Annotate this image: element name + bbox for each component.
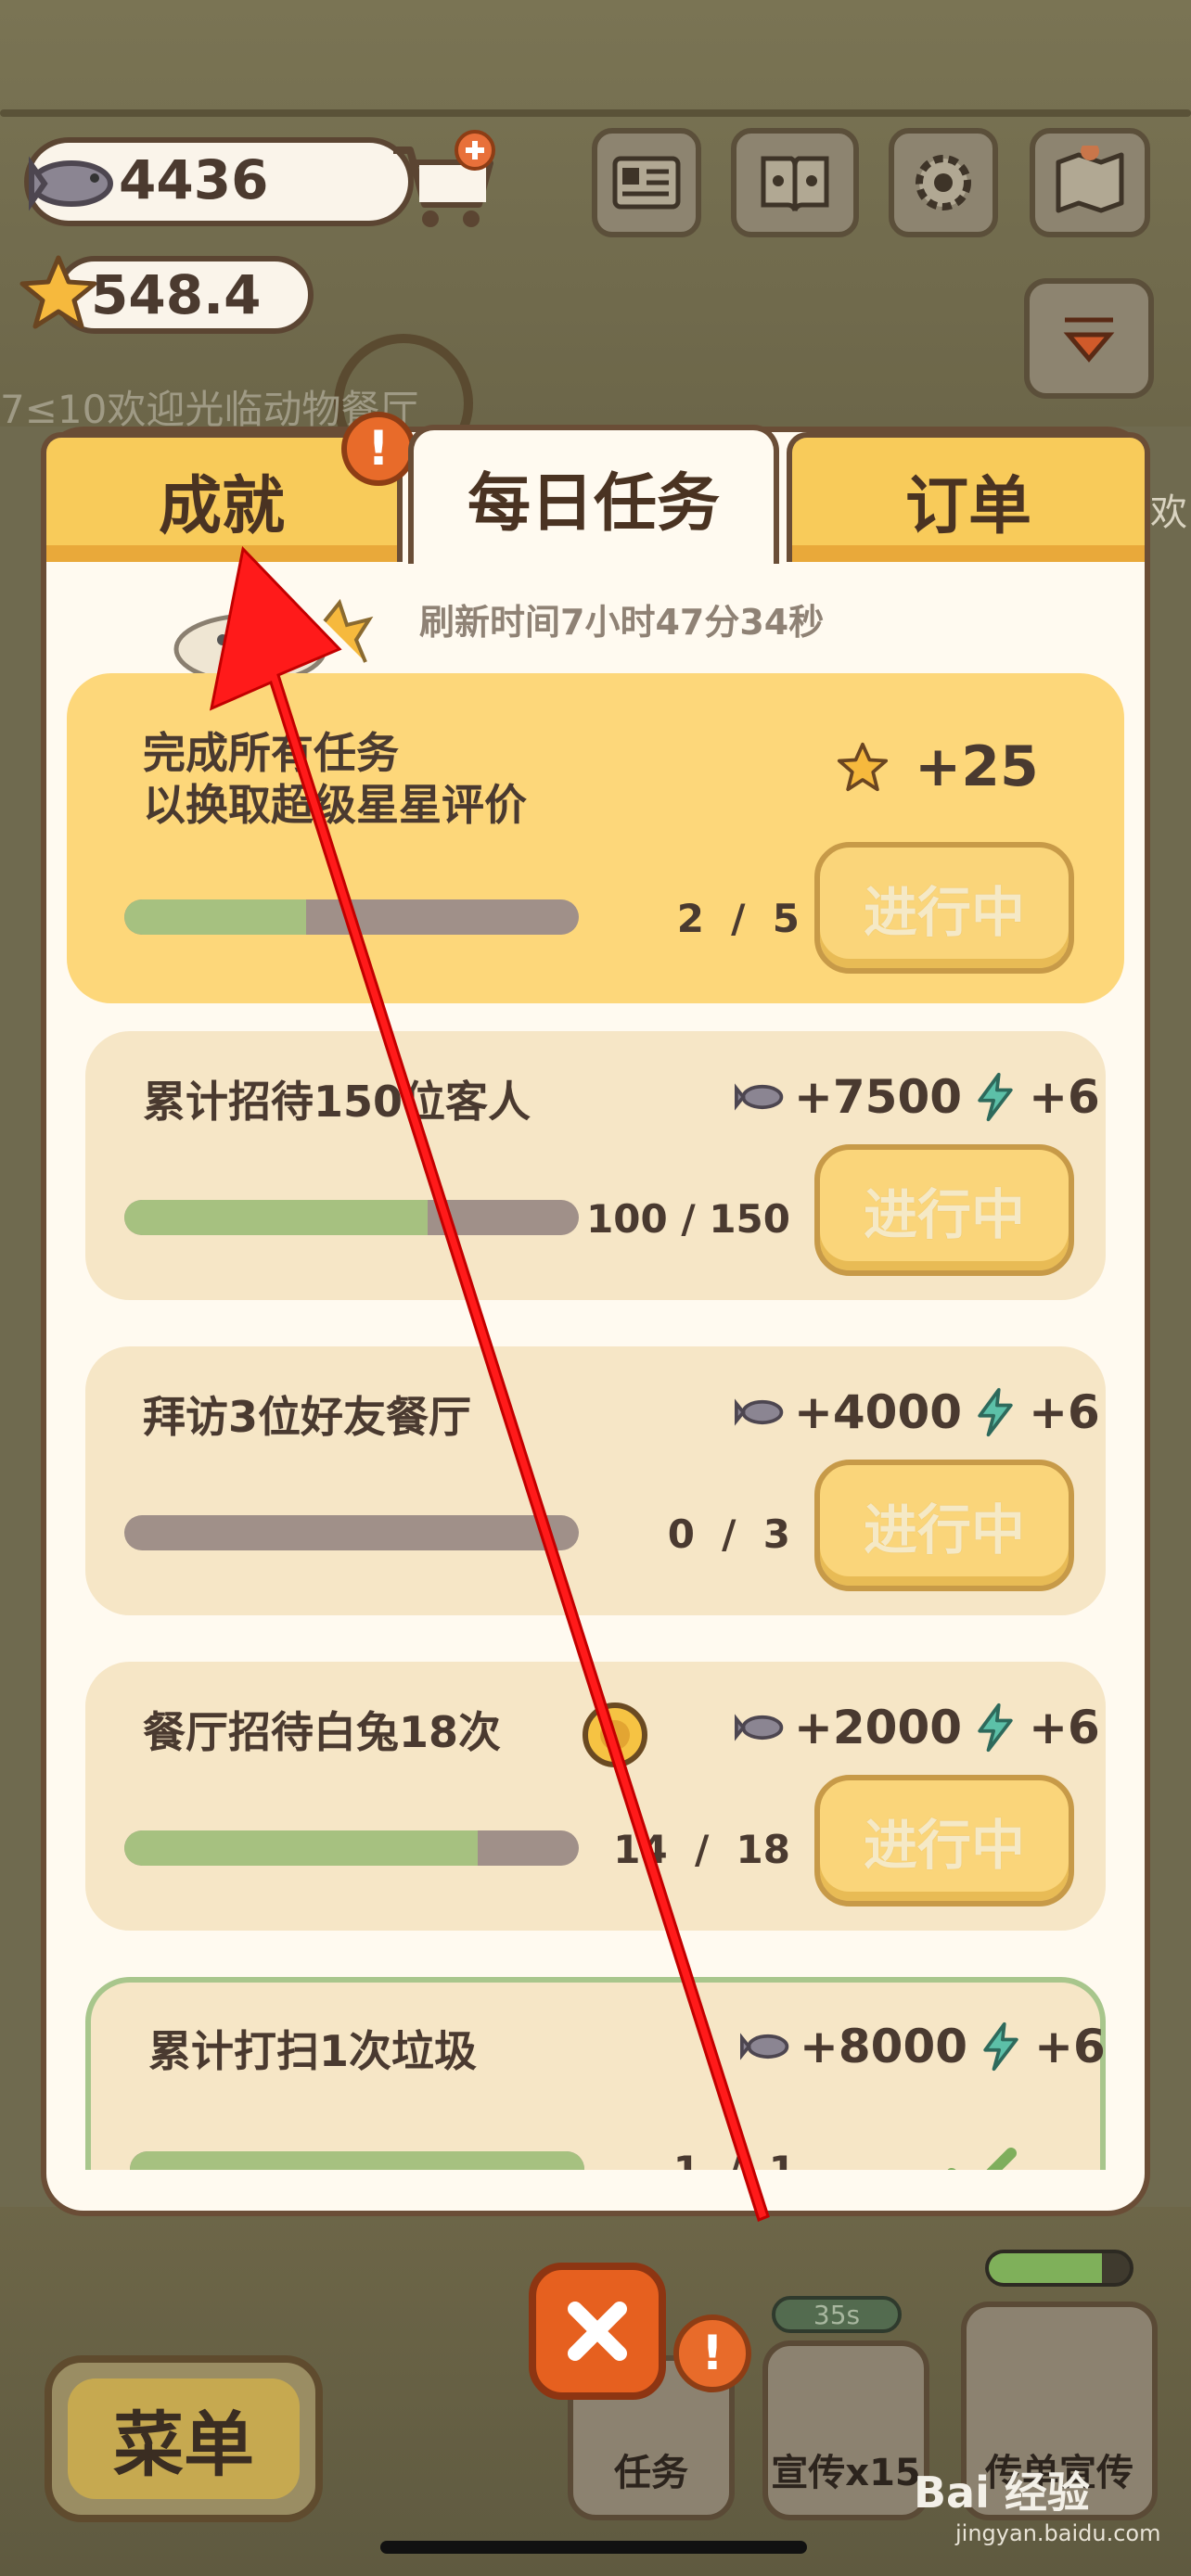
rabbit-coin-icon xyxy=(581,1701,649,1769)
chevron-down-icon xyxy=(1063,317,1115,363)
reward-fish-amount: +4000 xyxy=(794,1385,963,1439)
task-progress-bar xyxy=(124,1515,579,1550)
task-progress-text: 1 / 1 xyxy=(592,2148,796,2170)
shop-cart-button[interactable] xyxy=(390,130,501,232)
reward-star-amount: +25 xyxy=(915,734,1039,799)
close-icon xyxy=(568,2302,627,2361)
task-progress-fill xyxy=(124,899,306,935)
star-icon xyxy=(17,252,100,336)
task-reward: +7500 +6 xyxy=(735,1070,1100,1124)
task-card: 拜访3位好友餐厅 +4000 +6 0 / 3 进行中 xyxy=(85,1346,1106,1615)
task-progress-bar xyxy=(124,1830,579,1866)
task-card: 累计招待150位客人 +7500 +6 100 / 150 进行中 xyxy=(85,1031,1106,1300)
refresh-timer: 刷新时间7小时47分34秒 xyxy=(419,602,825,643)
tab-orders[interactable]: 订单 xyxy=(787,432,1150,562)
reward-fish-amount: +7500 xyxy=(794,1070,963,1124)
task-card: 累计打扫1次垃圾 +8000 +6 1 / 1 xyxy=(85,1977,1106,2170)
task-reward: +25 xyxy=(837,734,1039,799)
fish-icon xyxy=(735,1714,784,1741)
task-progress-fill xyxy=(124,1830,479,1866)
reward-energy-amount: +6 xyxy=(1029,1701,1100,1754)
reward-energy-amount: +6 xyxy=(1029,1070,1100,1124)
baidu-watermark: Bai 经验 xyxy=(914,2468,1090,2518)
menu-button-label: 菜单 xyxy=(113,2404,254,2486)
promo-timer: 35s xyxy=(772,2296,902,2333)
settings-button[interactable] xyxy=(889,128,998,237)
promote-button-label: 宣传x15 xyxy=(771,2452,921,2494)
task-status-button[interactable]: 进行中 xyxy=(814,1775,1074,1906)
flyer-progress-bar xyxy=(985,2250,1133,2287)
task-progress-bar xyxy=(130,2151,584,2170)
task-progress-fill xyxy=(124,1200,428,1235)
collapse-panel-button[interactable] xyxy=(1024,278,1154,399)
promote-button[interactable]: 宣传x15 xyxy=(762,2340,929,2520)
task-reward: +8000 +6 xyxy=(740,2020,1106,2073)
paw-book-button[interactable] xyxy=(731,128,859,237)
map-button[interactable] xyxy=(1030,128,1150,237)
tasks-button-label: 任务 xyxy=(614,2452,688,2494)
task-progress-text: 2 / 5 xyxy=(676,896,800,941)
checkmark-icon xyxy=(944,2146,1018,2170)
menu-button[interactable]: 菜单 xyxy=(45,2355,323,2522)
star-rating-value: 548.4 xyxy=(91,263,262,326)
energy-bolt-icon xyxy=(978,1387,1013,1437)
home-indicator[interactable] xyxy=(380,2541,807,2554)
id-card-icon xyxy=(612,156,681,210)
fish-icon xyxy=(735,1083,784,1111)
task-title: 累计打扫1次垃圾 xyxy=(148,2026,478,2076)
task-progress-bar xyxy=(124,1200,579,1235)
fish-count: 4436 xyxy=(119,148,269,211)
baidu-watermark-url: jingyan.baidu.com xyxy=(955,2520,1161,2546)
task-title: 拜访3位好友餐厅 xyxy=(143,1392,472,1442)
achievements-alert-badge: ! xyxy=(341,412,416,486)
fish-icon xyxy=(735,1398,784,1426)
paw-book-icon xyxy=(761,156,829,211)
cat-mascot-illustration xyxy=(167,584,390,686)
task-status-button[interactable]: 进行中 xyxy=(814,1144,1074,1276)
task-reward: +4000 +6 xyxy=(735,1385,1100,1439)
star-icon xyxy=(837,742,889,792)
task-progress-text: 14 / 18 xyxy=(613,1827,790,1872)
fish-icon xyxy=(20,137,122,230)
tab-daily-tasks-label: 每日任务 xyxy=(467,466,720,541)
gear-icon xyxy=(916,155,971,210)
energy-bolt-icon xyxy=(978,1072,1013,1122)
reward-energy-amount: +6 xyxy=(1029,1385,1100,1439)
tab-daily-tasks[interactable]: 每日任务 xyxy=(408,425,779,564)
task-title: 完成所有任务 以换取超级星星评价 xyxy=(143,728,527,830)
task-progress-fill xyxy=(130,2151,584,2170)
map-icon xyxy=(1056,146,1124,213)
tab-orders-label: 订单 xyxy=(904,469,1031,543)
energy-bolt-icon xyxy=(978,1702,1013,1753)
task-reward: +2000 +6 xyxy=(735,1701,1100,1754)
scene-shelf-line xyxy=(0,109,1191,117)
profile-card-button[interactable] xyxy=(592,128,701,237)
reward-fish-amount: +8000 xyxy=(800,2020,968,2073)
task-list-clip: 累计打扫1次垃圾 +8000 +6 1 / 1 xyxy=(41,1975,1150,2170)
task-card: 完成所有任务 以换取超级星星评价 +25 2 / 5 进行中 xyxy=(67,673,1124,1003)
reward-fish-amount: +2000 xyxy=(794,1701,963,1754)
tab-achievements-label: 成就 xyxy=(158,469,285,543)
task-status-button[interactable]: 进行中 xyxy=(814,842,1074,974)
task-progress-text: 0 / 3 xyxy=(667,1511,790,1557)
task-progress-bar xyxy=(124,899,579,935)
task-title: 餐厅招待白兔18次 xyxy=(143,1707,502,1757)
tasks-alert-badge: ! xyxy=(673,2315,751,2392)
reward-energy-amount: +6 xyxy=(1034,2020,1106,2073)
task-status-button[interactable]: 进行中 xyxy=(814,1460,1074,1591)
task-card: 餐厅招待白兔18次 +2000 +6 14 / 18 进行中 xyxy=(85,1662,1106,1931)
energy-bolt-icon xyxy=(983,2021,1018,2072)
task-progress-text: 100 / 150 xyxy=(586,1196,790,1242)
task-title: 累计招待150位客人 xyxy=(143,1077,531,1127)
close-dialog-button[interactable] xyxy=(529,2263,666,2400)
background-side-text: 欢 xyxy=(1150,491,1187,534)
fish-icon xyxy=(740,2033,789,2060)
